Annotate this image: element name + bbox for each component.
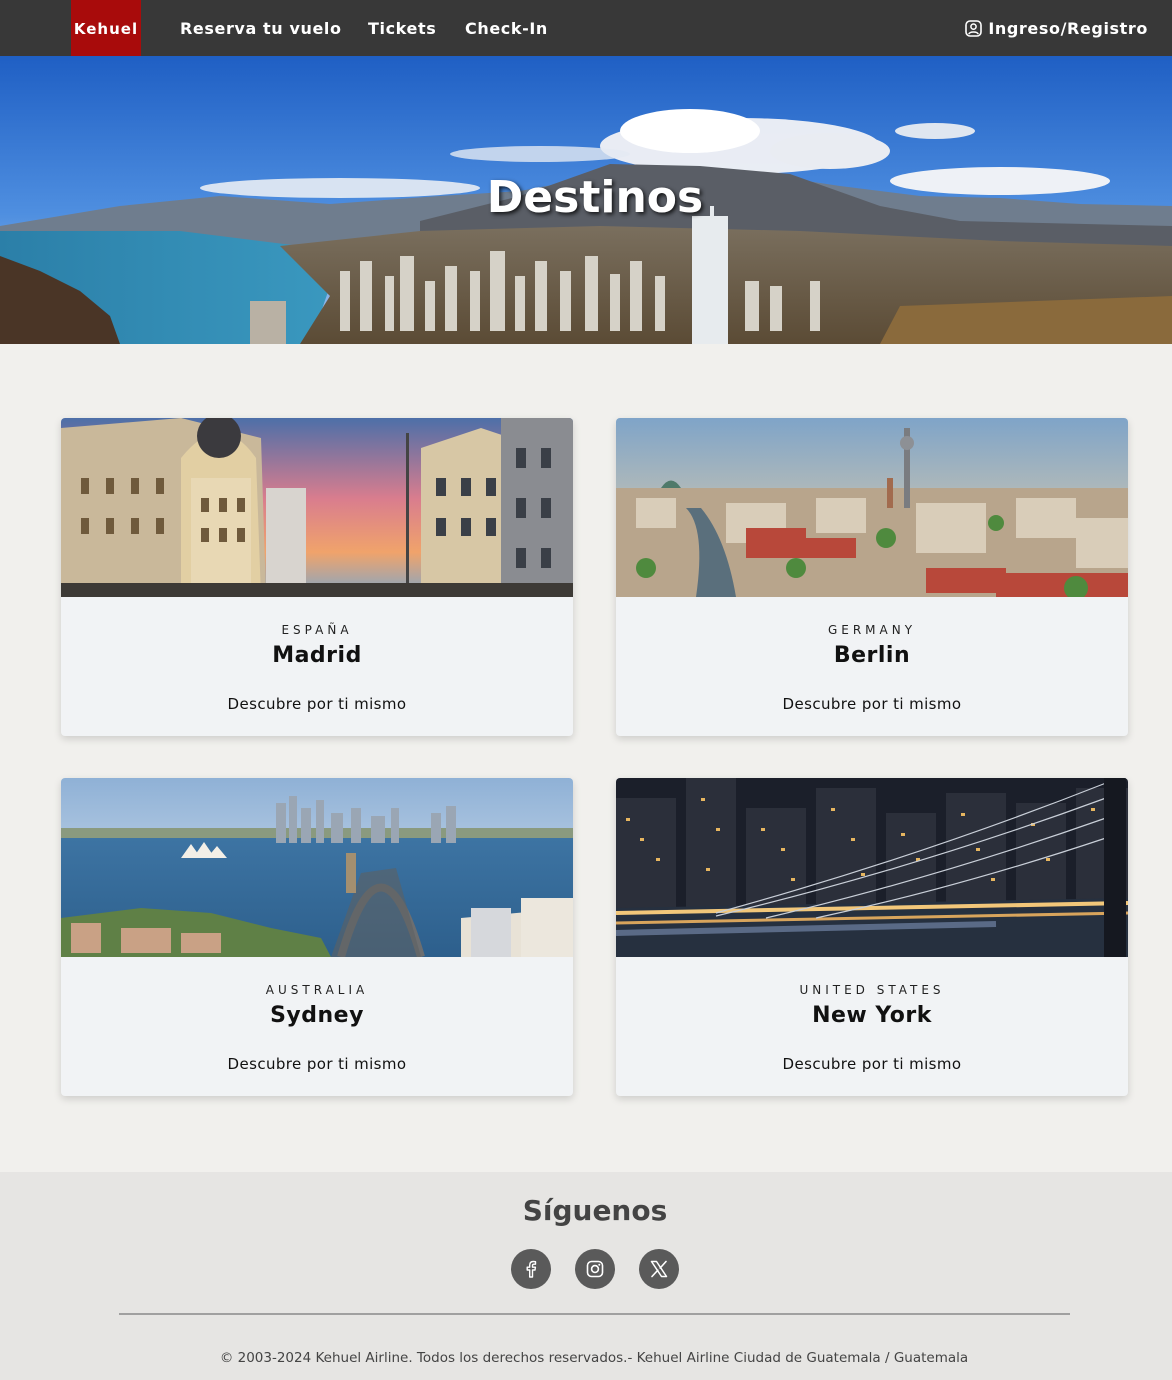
destination-card-new-york[interactable]: UNITED STATES New York Descubre por ti m… [616,778,1128,1096]
discover-link[interactable]: Descubre por ti mismo [616,1055,1128,1073]
discover-link[interactable]: Descubre por ti mismo [61,695,573,713]
destination-image-new-york [616,778,1128,957]
footer: Síguenos © 2003-2024 Kehuel Airline. Tod… [0,1172,1172,1380]
destination-country: GERMANY [827,623,917,637]
brand-logo[interactable]: Kehuel [71,0,141,56]
destination-card-sydney[interactable]: AUSTRALIA Sydney Descubre por ti mismo [61,778,573,1096]
facebook-icon[interactable] [511,1249,551,1289]
destination-city: New York [812,1003,932,1028]
destination-country: ESPAÑA [281,623,353,637]
discover-link[interactable]: Descubre por ti mismo [616,695,1128,713]
destination-city: Berlin [833,643,911,668]
destination-city: Madrid [272,643,362,668]
user-circle-icon [965,19,983,37]
destination-city: Sydney [270,1003,364,1028]
destination-image-madrid [61,418,573,597]
discover-link[interactable]: Descubre por ti mismo [61,1055,573,1073]
instagram-icon[interactable] [575,1249,615,1289]
destination-image-berlin [616,418,1128,597]
login-register-link[interactable]: Ingreso/Registro [965,0,1148,56]
hero-title: Destinos [486,172,704,223]
nav-link-checkin[interactable]: Check-In [465,0,548,56]
follow-us-title: Síguenos [522,1194,668,1227]
x-icon[interactable] [639,1249,679,1289]
footer-divider [119,1313,1070,1315]
nav-link-reserva[interactable]: Reserva tu vuelo [180,0,342,56]
destination-country: UNITED STATES [799,983,945,997]
destination-card-berlin[interactable]: GERMANY Berlin Descubre por ti mismo [616,418,1128,736]
destination-country: AUSTRALIA [265,983,369,997]
destination-card-madrid[interactable]: ESPAÑA Madrid Descubre por ti mismo [61,418,573,736]
navbar: Kehuel Reserva tu vuelo Tickets Check-In… [0,0,1172,56]
hero-banner: Destinos [0,56,1172,344]
login-register-label: Ingreso/Registro [988,18,1148,38]
copyright-text: © 2003-2024 Kehuel Airline. Todos los de… [219,1350,969,1366]
destination-image-sydney [61,778,573,957]
nav-link-tickets[interactable]: Tickets [368,0,436,56]
